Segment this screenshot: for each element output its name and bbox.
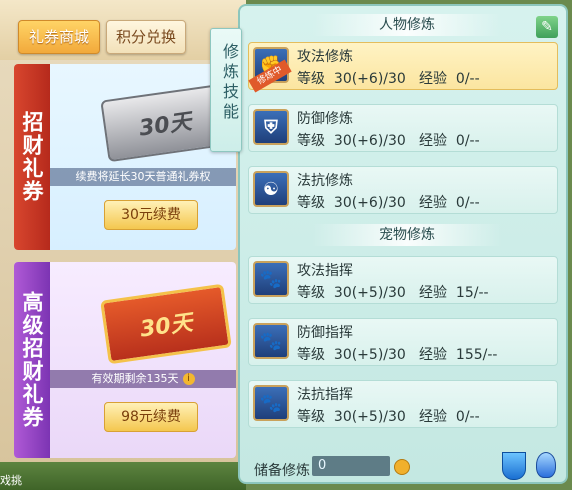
skill-exp: 经验 155/-- [419, 344, 497, 364]
level-label: 等级 [297, 409, 325, 425]
edit-icon[interactable]: ✎ [536, 16, 558, 38]
card-ribbon-title: 招财礼券 [14, 64, 50, 250]
level-label: 等级 [297, 71, 325, 87]
skill-row-char-attack[interactable]: ✊ 修炼中 攻法修炼 等级 30(+6)/30 经验 0/-- [248, 42, 558, 93]
exp-label: 经验 [419, 195, 447, 211]
potion-icon[interactable] [502, 452, 526, 480]
skill-row-char-defense[interactable]: ⛨ 防御修炼 等级 30(+6)/30 经验 0/-- [248, 104, 558, 152]
title-tab: 修炼技能 [210, 28, 242, 152]
level-value: 30(+6)/30 [333, 195, 406, 211]
reserve-label: 储备修炼 [254, 463, 310, 479]
skill-exp: 经验 0/-- [419, 192, 480, 212]
card-ribbon-title: 高级招财礼券 [14, 262, 50, 458]
level-value: 30(+5)/30 [333, 347, 406, 363]
corner-text: 戏挑 [0, 474, 22, 487]
skill-level: 等级 30(+6)/30 [297, 130, 406, 150]
info-icon[interactable]: i [182, 373, 195, 385]
exp-value: 0/-- [455, 195, 480, 211]
skill-row-pet-defense[interactable]: 🐾 防御指挥 等级 30(+5)/30 经验 155/-- [248, 318, 558, 366]
card-note-text: 有效期剩余135天 [91, 372, 179, 385]
skill-row-pet-attack[interactable]: 🐾 攻法指挥 等级 30(+5)/30 经验 15/-- [248, 256, 558, 304]
bottom-strip [0, 462, 246, 490]
card-note: 有效期剩余135天 i [50, 370, 236, 388]
reserve-value: 0 [312, 456, 390, 476]
paw-shield-icon: 🐾 [253, 323, 289, 359]
skill-name: 法抗指挥 [297, 387, 353, 403]
exp-label: 经验 [419, 347, 447, 363]
level-label: 等级 [297, 133, 325, 149]
coin-icon[interactable] [394, 459, 410, 475]
coupon-image-gold: 30天 [100, 283, 232, 365]
renew-98-button[interactable]: 98元续费 [104, 402, 198, 432]
card-note: 续费将延长30天普通礼券权 [50, 168, 236, 186]
level-label: 等级 [297, 285, 325, 301]
skill-exp: 经验 0/-- [419, 68, 480, 88]
skill-level: 等级 30(+5)/30 [297, 344, 406, 364]
tab-exchange[interactable]: 积分兑换 [106, 20, 186, 54]
skill-level: 等级 30(+5)/30 [297, 282, 406, 302]
char-section-header: 人物修炼 [312, 14, 502, 36]
skill-level: 等级 30(+5)/30 [297, 406, 406, 426]
skill-name: 防御修炼 [297, 111, 353, 127]
skill-name: 防御指挥 [297, 325, 353, 341]
coupon-card-basic: 招财礼券 30天 续费将延长30天普通礼券权 30元续费 [14, 64, 236, 250]
exp-label: 经验 [419, 285, 447, 301]
exp-label: 经验 [419, 71, 447, 87]
cultivation-panel: ✎ 人物修炼 ✊ 修炼中 攻法修炼 等级 30(+6)/30 经验 0/-- ⛨… [238, 4, 568, 484]
skill-exp: 经验 0/-- [419, 130, 480, 150]
level-label: 等级 [297, 347, 325, 363]
skill-level: 等级 30(+6)/30 [297, 192, 406, 212]
exp-value: 155/-- [455, 347, 498, 363]
exp-value: 0/-- [455, 133, 480, 149]
skill-name: 攻法指挥 [297, 263, 353, 279]
skill-row-pet-resist[interactable]: 🐾 法抗指挥 等级 30(+5)/30 经验 0/-- [248, 380, 558, 428]
tab-mall[interactable]: 礼券商城 [18, 20, 100, 54]
exp-label: 经验 [419, 133, 447, 149]
exp-value: 15/-- [455, 285, 489, 301]
paw-attack-icon: 🐾 [253, 261, 289, 297]
exp-value: 0/-- [455, 409, 480, 425]
skill-name: 攻法修炼 [297, 49, 353, 65]
level-value: 30(+5)/30 [333, 285, 406, 301]
skill-exp: 经验 15/-- [419, 282, 489, 302]
skill-exp: 经验 0/-- [419, 406, 480, 426]
yin-yang-shield-icon: ☯ [253, 171, 289, 207]
renew-30-button[interactable]: 30元续费 [104, 200, 198, 230]
skill-level: 等级 30(+6)/30 [297, 68, 406, 88]
level-label: 等级 [297, 195, 325, 211]
pet-section-header: 宠物修炼 [312, 224, 502, 246]
exp-value: 0/-- [455, 71, 480, 87]
level-value: 30(+6)/30 [333, 71, 406, 87]
shield-icon: ⛨ [253, 109, 289, 145]
coupon-card-premium: 高级招财礼券 30天 有效期剩余135天 i 98元续费 [14, 262, 236, 458]
skill-name: 法抗修炼 [297, 173, 353, 189]
title-tab-label: 修炼技能 [220, 43, 239, 123]
level-value: 30(+5)/30 [333, 409, 406, 425]
skill-row-char-resist[interactable]: ☯ 法抗修炼 等级 30(+6)/30 经验 0/-- [248, 166, 558, 214]
paw-resist-icon: 🐾 [253, 385, 289, 421]
exp-label: 经验 [419, 409, 447, 425]
level-value: 30(+6)/30 [333, 133, 406, 149]
flame-icon[interactable] [536, 452, 556, 478]
